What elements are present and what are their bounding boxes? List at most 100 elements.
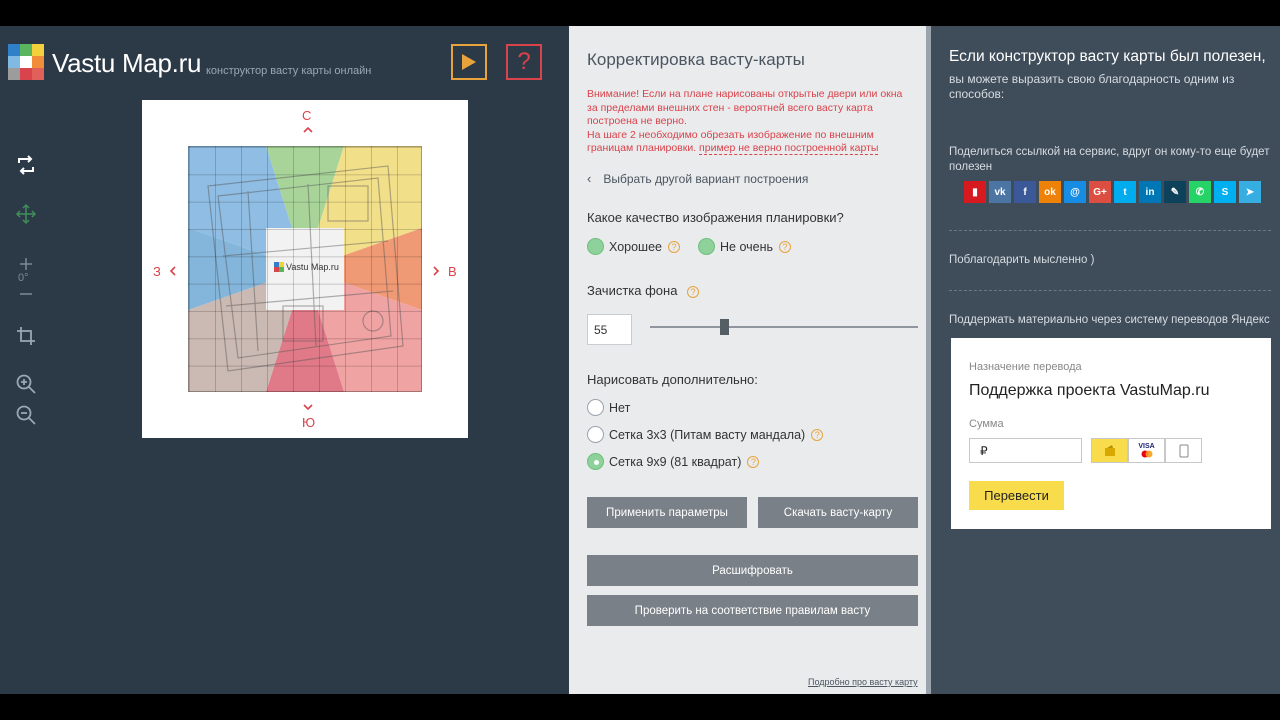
- bg-cleanup-input[interactable]: 55: [587, 314, 632, 345]
- zoom-in-button[interactable]: [12, 370, 40, 398]
- linkedin-icon[interactable]: in: [1139, 181, 1161, 203]
- back-label: Выбрать другой вариант построения: [603, 171, 809, 186]
- bg-cleanup-slider-track[interactable]: [650, 326, 918, 328]
- radio-none[interactable]: [587, 399, 604, 416]
- crop-button[interactable]: [12, 322, 40, 350]
- skype-icon[interactable]: S: [1214, 181, 1236, 203]
- settings-panel: Корректировка васту-карты Внимание! Если…: [569, 26, 926, 694]
- warning-text: Внимание! Если на плане нарисованы откры…: [587, 88, 912, 156]
- warning-line-last: границам планировки. пример не верно пос…: [587, 142, 912, 156]
- vastu-map-canvas[interactable]: С Ю З В Vastu Map.ru: [142, 100, 468, 438]
- mastercard-icon: [1141, 450, 1152, 458]
- plus-icon: [20, 258, 32, 270]
- thanks-link[interactable]: Поблагодарить мысленно ): [949, 253, 1279, 268]
- download-button[interactable]: Скачать васту-карту: [758, 497, 918, 528]
- draw-option-none[interactable]: Нет: [587, 399, 630, 416]
- warning-line: На шаге 2 необходимо обрезать изображени…: [587, 128, 874, 141]
- telegram-icon[interactable]: ➤: [1239, 181, 1261, 203]
- quality-option-bad[interactable]: Не очень ?: [698, 238, 792, 255]
- brand-name[interactable]: Vastu Map.ru: [52, 48, 201, 79]
- quality-question: Какое качество изображения планировки?: [587, 210, 844, 225]
- phone-icon: [1179, 444, 1188, 457]
- help-icon[interactable]: ?: [779, 240, 792, 253]
- draw-option-9x9[interactable]: Сетка 9х9 (81 квадрат) ?: [587, 453, 760, 470]
- north-label: С: [302, 108, 312, 123]
- help-icon[interactable]: ?: [811, 428, 824, 441]
- center-logo: Vastu Map.ru: [274, 262, 339, 272]
- play-button[interactable]: [451, 44, 487, 80]
- radio-bad[interactable]: [698, 238, 715, 255]
- zoom-out-button[interactable]: [12, 401, 40, 429]
- play-icon: [462, 54, 476, 70]
- amount-input[interactable]: ₽: [969, 438, 1082, 463]
- donate-panel: Если конструктор васту карты был полезен…: [931, 26, 1280, 694]
- west-chevron-icon: [169, 266, 176, 276]
- wallet-icon: [1104, 444, 1115, 456]
- draw-label: Нарисовать дополнительно:: [587, 372, 758, 387]
- chevron-left-icon: ‹: [587, 171, 592, 186]
- warning-line: за пределами внешних стен - вероятней вс…: [587, 101, 873, 114]
- west-label: З: [153, 264, 161, 279]
- east-label: В: [448, 264, 457, 279]
- share-buttons: ▮ vk f ok @ G+ t in ✎ ✆ S ➤: [964, 181, 1261, 203]
- yandex-wallet-option[interactable]: [1091, 438, 1128, 463]
- purpose-value: Поддержка проекта VastuMap.ru: [969, 382, 1210, 399]
- bg-cleanup-slider-thumb[interactable]: [720, 319, 729, 335]
- mobile-option[interactable]: [1165, 438, 1202, 463]
- bg-cleanup-label: Зачистка фона: [587, 283, 678, 298]
- rotate-icon: [18, 155, 34, 175]
- odnoklassniki-icon[interactable]: ok: [1039, 181, 1061, 203]
- livejournal-icon[interactable]: ✎: [1164, 181, 1186, 203]
- help-icon[interactable]: ?: [668, 240, 680, 253]
- logo-icon: [274, 262, 284, 272]
- back-link[interactable]: ‹ Выбрать другой вариант построения: [587, 171, 808, 186]
- minus-icon: [20, 293, 32, 295]
- tagline: конструктор васту карты онлайн: [206, 65, 372, 77]
- south-chevron-icon: [303, 404, 313, 411]
- bookmark-icon[interactable]: ▮: [964, 181, 986, 203]
- card-option[interactable]: VISA: [1128, 438, 1165, 463]
- check-rules-button[interactable]: Проверить на соответствие правилам васту: [587, 595, 918, 626]
- center-logo-text: Vastu Map.ru: [286, 262, 339, 272]
- radio-9x9[interactable]: [587, 453, 604, 470]
- draw-option-label: Сетка 9х9 (81 квадрат): [609, 454, 742, 469]
- radio-3x3[interactable]: [587, 426, 604, 443]
- vk-icon[interactable]: vk: [989, 181, 1011, 203]
- transfer-button[interactable]: Перевести: [969, 481, 1064, 510]
- purpose-label: Назначение перевода: [969, 361, 1082, 373]
- draw-option-3x3[interactable]: Сетка 3х3 (Питам васту мандала) ?: [587, 426, 824, 443]
- help-button[interactable]: ?: [506, 44, 542, 80]
- warning-line: Внимание! Если на плане нарисованы откры…: [587, 88, 903, 100]
- decode-button[interactable]: Расшифровать: [587, 555, 918, 586]
- bg-cleanup-label-row: Зачистка фона ?: [587, 283, 700, 298]
- warning-line: построена не верно.: [587, 115, 687, 127]
- panel-title: Корректировка васту-карты: [587, 50, 805, 69]
- north-chevron-icon: [303, 126, 313, 133]
- about-link[interactable]: Подробно про васту карту: [808, 677, 918, 687]
- quality-option-label: Не очень: [720, 239, 774, 254]
- apply-button[interactable]: Применить параметры: [587, 497, 747, 528]
- twitter-icon[interactable]: t: [1114, 181, 1136, 203]
- amount-label: Сумма: [969, 418, 1004, 430]
- rotate-minus-button[interactable]: [12, 280, 40, 308]
- bad-map-example-link[interactable]: пример не верно построенной карты: [699, 142, 879, 155]
- radio-good[interactable]: [587, 238, 604, 255]
- whatsapp-icon[interactable]: ✆: [1189, 181, 1211, 203]
- facebook-icon[interactable]: f: [1014, 181, 1036, 203]
- zoom-out-icon: [16, 405, 36, 425]
- warning-line: границам планировки.: [587, 142, 697, 154]
- help-icon[interactable]: ?: [687, 286, 700, 298]
- divider: [949, 230, 1271, 231]
- help-icon[interactable]: ?: [747, 455, 760, 468]
- draw-option-label: Сетка 3х3 (Питам васту мандала): [609, 427, 806, 442]
- move-button[interactable]: [12, 200, 40, 228]
- draw-option-label: Нет: [609, 400, 631, 415]
- rotate-button[interactable]: [12, 151, 40, 179]
- google-plus-icon[interactable]: G+: [1089, 181, 1111, 203]
- app-frame: Vastu Map.ru конструктор васту карты онл…: [0, 26, 1280, 694]
- moimir-icon[interactable]: @: [1064, 181, 1086, 203]
- divider: [949, 290, 1271, 291]
- quality-option-good[interactable]: Хорошее ?: [587, 238, 680, 255]
- zoom-in-icon: [16, 374, 36, 394]
- quality-option-label: Хорошее: [609, 239, 662, 254]
